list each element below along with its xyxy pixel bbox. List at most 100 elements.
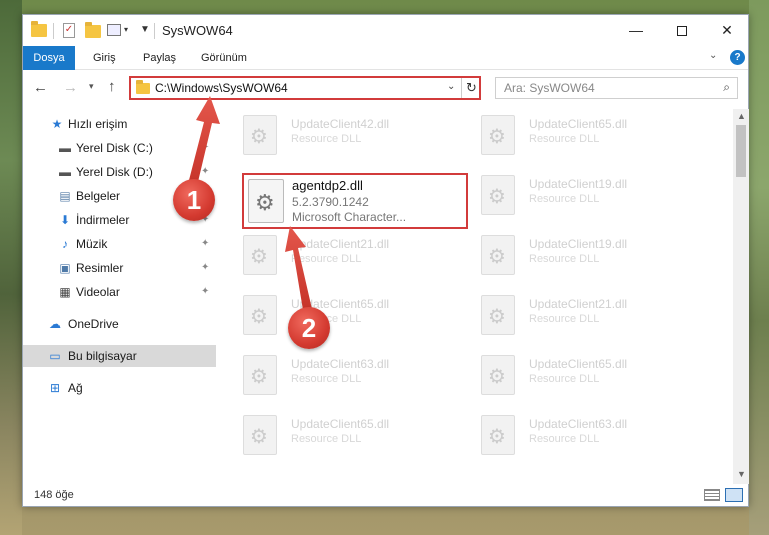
file-type: Resource DLL [291, 133, 362, 145]
folder-icon [136, 80, 150, 94]
vertical-scrollbar[interactable]: ▲ ▼ [733, 109, 749, 484]
file-type: Resource DLL [529, 193, 600, 205]
divider [53, 23, 54, 39]
tab-share[interactable]: Paylaş [133, 46, 186, 70]
details-view-icon[interactable] [704, 489, 720, 501]
file-description: Microsoft Character... [292, 210, 407, 224]
dll-file-icon [243, 115, 277, 155]
navigation-pane: ★ Hızlı erişim ▬ Yerel Disk (C:) ✦ ▬ Yer… [23, 109, 216, 480]
customize-toolbar-icon[interactable]: ▼ [140, 24, 150, 35]
videos-icon: ▦ [59, 285, 71, 299]
refresh-icon[interactable]: ↻ [466, 80, 477, 96]
file-name: agentdp2.dll [292, 178, 363, 193]
maximize-button[interactable] [659, 15, 705, 45]
sidebar-item-drive-c[interactable]: ▬ Yerel Disk (C:) ✦ [23, 137, 216, 159]
chevron-down-icon[interactable]: ▾ [124, 25, 128, 34]
file-type: Resource DLL [529, 313, 600, 325]
list-item[interactable]: UpdateClient19.dll Resource DLL [461, 169, 691, 227]
file-name: UpdateClient63.dll [291, 357, 390, 371]
sidebar-item-music[interactable]: ♪ Müzik ✦ [23, 233, 216, 255]
list-item[interactable]: UpdateClient65.dll Resource DLL [461, 349, 691, 407]
back-arrow-icon[interactable]: ← [33, 79, 48, 96]
up-arrow-icon[interactable]: ↑ [108, 78, 116, 95]
close-button[interactable]: ✕ [704, 15, 750, 45]
documents-icon: ▤ [59, 189, 71, 203]
sidebar-item-network[interactable]: ⊞ Ağ [23, 377, 216, 399]
list-item[interactable]: UpdateClient65.dll Resource DLL [223, 409, 453, 467]
list-item[interactable]: UpdateClient21.dll Resource DLL [223, 229, 453, 287]
properties-check-icon[interactable]: ✓ [63, 23, 75, 38]
file-name: UpdateClient42.dll [291, 117, 390, 131]
properties-icon[interactable] [107, 24, 121, 36]
expand-ribbon-icon[interactable]: ⌄ [709, 50, 717, 61]
divider [461, 78, 462, 98]
list-item[interactable]: UpdateClient65.dll Resource DLL [223, 289, 453, 347]
step-1-badge: 1 [173, 179, 215, 221]
list-item[interactable]: UpdateClient42.dll Resource DLL [223, 109, 453, 167]
dll-file-icon [243, 235, 277, 275]
star-icon: ★ [51, 117, 63, 131]
sidebar-item-quick-access[interactable]: ★ Hızlı erişim [23, 113, 216, 135]
scroll-down-icon[interactable]: ▼ [737, 469, 746, 479]
sidebar-item-label: Yerel Disk (D:) [76, 165, 153, 179]
file-type: Resource DLL [291, 433, 362, 445]
music-icon: ♪ [62, 237, 68, 251]
cloud-icon: ☁ [49, 317, 61, 331]
pin-icon[interactable]: ✦ [201, 286, 209, 297]
chevron-down-icon[interactable]: ⌄ [447, 81, 455, 92]
desktop-background-right [749, 0, 769, 535]
dll-file-icon [243, 415, 277, 455]
pin-icon[interactable]: ✦ [201, 262, 209, 273]
sidebar-item-onedrive[interactable]: ☁ OneDrive [23, 313, 216, 335]
dll-file-icon [243, 355, 277, 395]
dll-file-icon [481, 175, 515, 215]
sidebar-item-label: Resimler [76, 261, 124, 275]
address-bar[interactable]: C:\Windows\SysWOW64 ⌄ ↻ [129, 76, 481, 100]
title-bar: ✓ ▾ ▼ SysWOW64 — ✕ [23, 15, 748, 46]
computer-icon: ▭ [49, 349, 61, 363]
sidebar-item-videos[interactable]: ▦ Videolar ✦ [23, 281, 216, 303]
sidebar-item-label: Ağ [68, 381, 83, 395]
forward-arrow-icon[interactable]: → [63, 79, 78, 96]
sidebar-item-label: İndirmeler [76, 213, 130, 227]
scroll-up-icon[interactable]: ▲ [737, 111, 746, 121]
scroll-thumb[interactable] [736, 125, 746, 177]
maximize-icon [677, 26, 687, 37]
sidebar-item-pictures[interactable]: ▣ Resimler ✦ [23, 257, 216, 279]
tiles-view-icon[interactable] [725, 488, 743, 502]
new-folder-icon[interactable] [85, 22, 101, 38]
explorer-window: ✓ ▾ ▼ SysWOW64 — ✕ Dosya Giriş Paylaş Gö… [22, 14, 749, 507]
pin-icon[interactable]: ✦ [201, 142, 209, 153]
search-input[interactable]: Ara: SysWOW64 ⌕ [495, 77, 738, 99]
address-path[interactable]: C:\Windows\SysWOW64 [155, 81, 288, 95]
window-title: SysWOW64 [162, 23, 233, 38]
tab-view[interactable]: Görünüm [191, 46, 257, 70]
list-item[interactable]: UpdateClient21.dll Resource DLL [461, 289, 691, 347]
minimize-button[interactable]: — [613, 15, 659, 45]
search-icon[interactable]: ⌕ [723, 80, 730, 95]
list-item[interactable]: UpdateClient19.dll Resource DLL [461, 229, 691, 287]
pin-icon[interactable]: ✦ [201, 166, 209, 177]
file-name: UpdateClient65.dll [529, 117, 628, 131]
dll-file-icon [481, 235, 515, 275]
list-item[interactable]: UpdateClient65.dll Resource DLL [461, 109, 691, 167]
desktop-background-left [0, 0, 22, 535]
tab-file[interactable]: Dosya [23, 46, 75, 70]
recent-locations-icon[interactable]: ▾ [89, 81, 94, 92]
ribbon-tabs: Dosya Giriş Paylaş Görünüm ⌄ ? [23, 46, 748, 70]
file-type: Resource DLL [529, 373, 600, 385]
sidebar-item-this-pc[interactable]: ▭ Bu bilgisayar [23, 345, 216, 367]
file-type: Resource DLL [291, 373, 362, 385]
sidebar-item-label: OneDrive [68, 317, 119, 331]
pictures-icon: ▣ [59, 261, 71, 275]
sidebar-item-label: Belgeler [76, 189, 121, 203]
list-item[interactable]: UpdateClient63.dll Resource DLL [461, 409, 691, 467]
sidebar-item-label: Müzik [76, 237, 108, 251]
tab-home[interactable]: Giriş [83, 46, 126, 70]
highlighted-file-item[interactable]: agentdp2.dll 5.2.3790.1242 Microsoft Cha… [242, 173, 468, 229]
help-icon[interactable]: ? [730, 50, 745, 65]
file-type: Resource DLL [529, 133, 600, 145]
list-item[interactable]: UpdateClient63.dll Resource DLL [223, 349, 453, 407]
pin-icon[interactable]: ✦ [201, 238, 209, 249]
file-name: UpdateClient19.dll [529, 237, 628, 251]
